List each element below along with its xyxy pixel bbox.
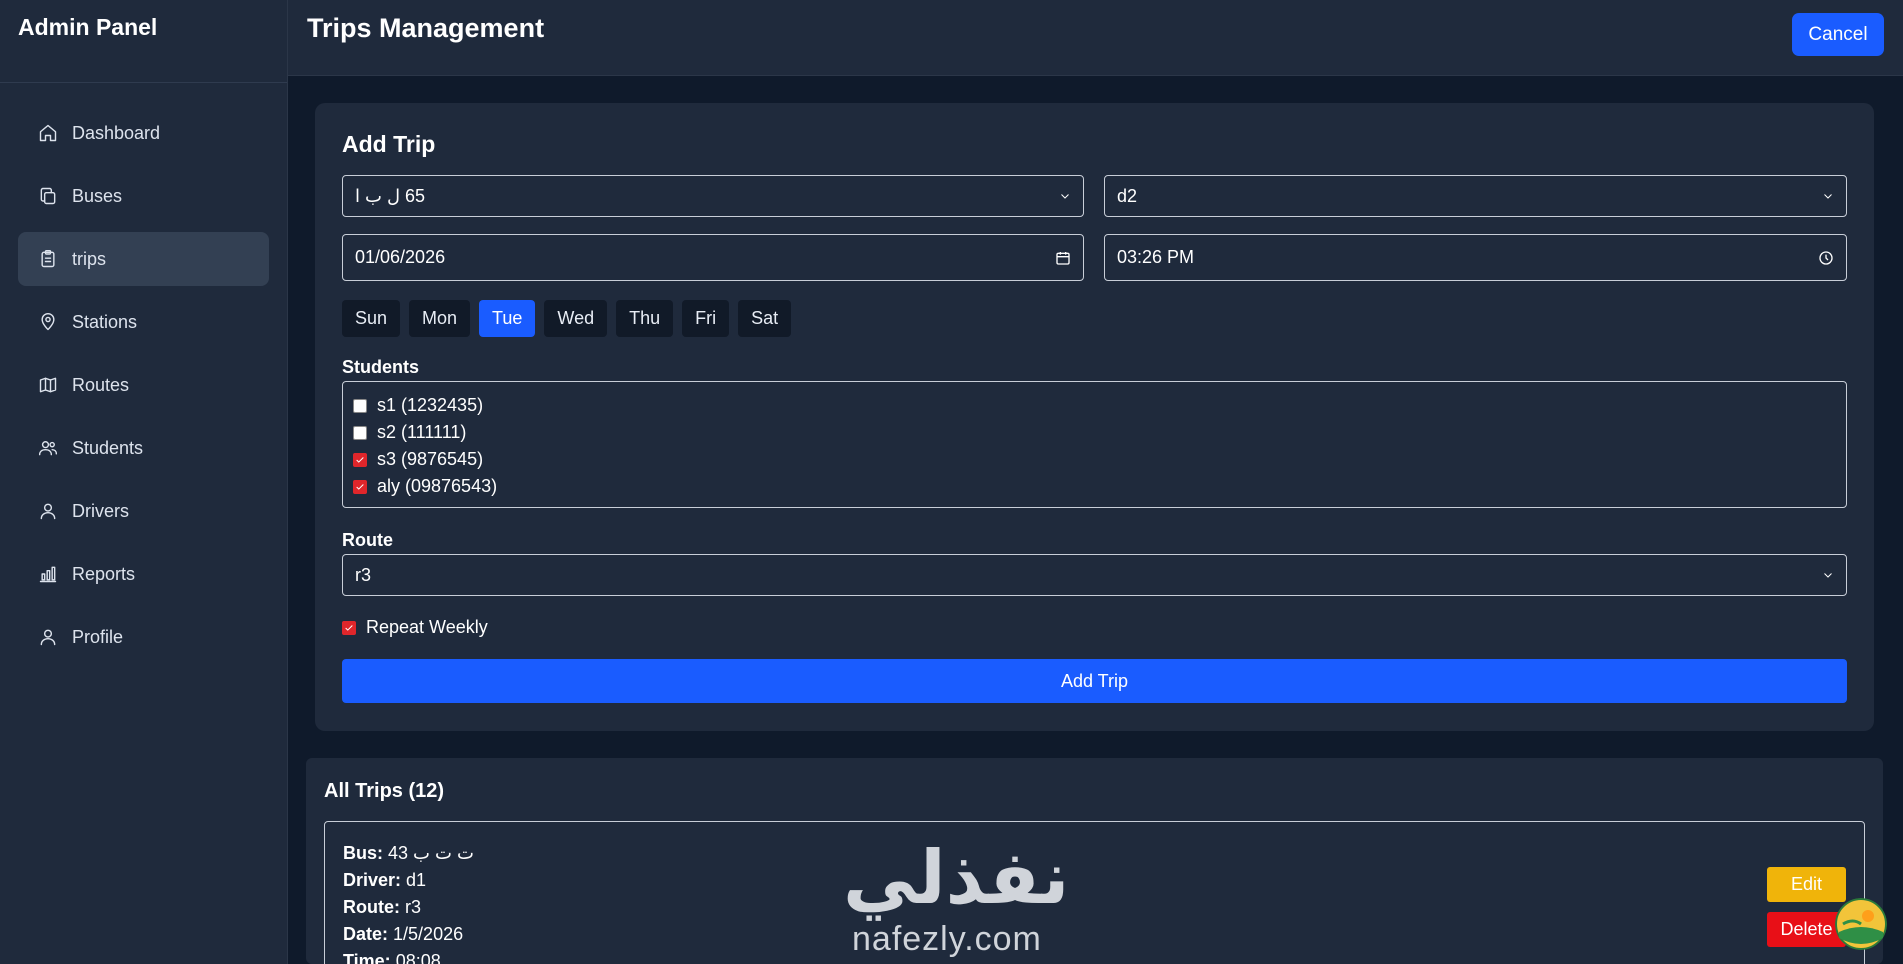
clock-icon[interactable]: [1818, 250, 1834, 266]
trip-time-label: Time:: [343, 951, 391, 964]
weekday-selector: Sun Mon Tue Wed Thu Fri Sat: [342, 300, 792, 337]
student-checkbox[interactable]: [353, 452, 367, 467]
day-wed[interactable]: Wed: [544, 300, 608, 337]
bus-select-value: 65 ل ب ا: [355, 185, 426, 206]
sidebar-item-label: Drivers: [72, 500, 129, 521]
day-thu[interactable]: Thu: [616, 300, 674, 337]
repeat-weekly-checkbox[interactable]: [342, 620, 356, 635]
bus-select[interactable]: 65 ل ب ا: [342, 175, 1084, 217]
add-trip-title: Add Trip: [342, 131, 436, 157]
chevron-down-icon: [1822, 569, 1834, 581]
cancel-button[interactable]: Cancel: [1792, 13, 1884, 56]
edit-trip-button[interactable]: Edit: [1767, 867, 1846, 902]
trip-item: Bus: 43 ت ت ب Driver: d1 Route: r3 Date:…: [324, 821, 1865, 964]
user-icon: [38, 627, 58, 647]
sidebar-item-profile[interactable]: Profile: [18, 610, 269, 664]
all-trips-card: All Trips (12) Bus: 43 ت ت ب Driver: d1 …: [306, 758, 1883, 964]
bar-chart-icon: [38, 564, 58, 584]
trip-date-label: Date:: [343, 924, 389, 944]
sidebar-nav: Dashboard Buses trips Stations Routes St…: [0, 83, 287, 664]
sidebar-item-label: Reports: [72, 563, 136, 584]
clipboard-icon: [38, 249, 58, 269]
time-input[interactable]: 03:26 PM: [1104, 234, 1847, 281]
sidebar-item-dashboard[interactable]: Dashboard: [18, 106, 269, 160]
sidebar-item-routes[interactable]: Routes: [18, 358, 269, 412]
trip-details: Bus: 43 ت ت ب Driver: d1 Route: r3 Date:…: [343, 840, 474, 964]
day-tue[interactable]: Tue: [479, 300, 536, 337]
student-label: s1 (1232435): [377, 395, 484, 415]
day-sat[interactable]: Sat: [738, 300, 792, 337]
students-list: s1 (1232435) s2 (111111) s3 (9876545) al…: [342, 381, 1847, 508]
sidebar-item-label: Profile: [72, 626, 124, 647]
sidebar-item-label: Stations: [72, 311, 138, 332]
trip-driver-label: Driver:: [343, 870, 402, 890]
sidebar-item-stations[interactable]: Stations: [18, 295, 269, 349]
watermark-arabic: نفذلي: [843, 836, 1070, 919]
sidebar-item-students[interactable]: Students: [18, 421, 269, 475]
trip-driver-value: d1: [406, 870, 427, 890]
route-label: Route: [342, 530, 393, 550]
watermark-latin: nafezly.com: [852, 920, 1042, 958]
add-trip-button[interactable]: Add Trip: [342, 659, 1847, 703]
day-fri[interactable]: Fri: [682, 300, 730, 337]
day-mon[interactable]: Mon: [409, 300, 471, 337]
add-trip-card: Add Trip 65 ل ب ا d2 01/06/2026 03:26 PM…: [315, 103, 1874, 731]
map-pin-icon: [38, 312, 58, 332]
trip-time-value: 08:08: [395, 951, 441, 964]
check-icon: [356, 483, 364, 490]
chevron-down-icon: [1822, 190, 1834, 202]
page-title: Trips Management: [307, 13, 545, 43]
date-input-value: 01/06/2026: [355, 247, 446, 267]
copy-icon: [38, 186, 58, 206]
all-trips-title: All Trips (12): [324, 780, 445, 802]
trip-bus-label: Bus:: [343, 843, 383, 863]
nafezly-logo-icon: [1835, 898, 1887, 950]
trip-route-label: Route:: [343, 897, 400, 917]
route-select[interactable]: r3: [342, 554, 1847, 596]
driver-select-value: d2: [1117, 185, 1138, 206]
driver-select[interactable]: d2: [1104, 175, 1847, 217]
sidebar-item-label: Students: [72, 437, 144, 458]
repeat-weekly-label: Repeat Weekly: [366, 617, 488, 637]
sidebar-item-label: Dashboard: [72, 122, 161, 143]
brand-title: Admin Panel: [0, 0, 287, 83]
date-input[interactable]: 01/06/2026: [342, 234, 1084, 281]
delete-trip-button[interactable]: Delete: [1767, 912, 1846, 947]
trip-date-value: 1/5/2026: [393, 924, 464, 944]
sidebar-item-drivers[interactable]: Drivers: [18, 484, 269, 538]
map-icon: [38, 375, 58, 395]
student-label: s3 (9876545): [377, 449, 484, 469]
student-checkbox[interactable]: [353, 425, 367, 440]
student-label: s2 (111111): [377, 422, 467, 442]
top-header: Trips Management Cancel: [288, 0, 1903, 76]
time-input-value: 03:26 PM: [1117, 247, 1195, 267]
users-icon: [38, 438, 58, 458]
chevron-down-icon: [1059, 190, 1071, 202]
student-option[interactable]: aly (09876543): [353, 473, 1846, 500]
home-icon: [38, 123, 58, 143]
sidebar-item-label: Buses: [72, 185, 123, 206]
sidebar-item-trips[interactable]: trips: [18, 232, 269, 286]
sidebar-item-label: trips: [72, 248, 107, 269]
sidebar-item-buses[interactable]: Buses: [18, 169, 269, 223]
students-label: Students: [342, 357, 420, 377]
user-icon: [38, 501, 58, 521]
student-checkbox[interactable]: [353, 479, 367, 494]
route-select-value: r3: [355, 564, 372, 585]
check-icon: [345, 624, 353, 631]
student-checkbox[interactable]: [353, 398, 367, 413]
repeat-weekly-option[interactable]: Repeat Weekly: [342, 617, 488, 638]
sidebar-item-reports[interactable]: Reports: [18, 547, 269, 601]
sidebar: Admin Panel Dashboard Buses trips Statio…: [0, 0, 288, 964]
trip-bus-value: 43 ت ت ب: [388, 843, 474, 863]
check-icon: [356, 456, 364, 463]
trip-route-value: r3: [405, 897, 422, 917]
student-option[interactable]: s3 (9876545): [353, 446, 1846, 473]
student-option[interactable]: s1 (1232435): [353, 392, 1846, 419]
sidebar-item-label: Routes: [72, 374, 130, 395]
day-sun[interactable]: Sun: [342, 300, 401, 337]
calendar-icon[interactable]: [1055, 250, 1071, 266]
student-label: aly (09876543): [377, 476, 498, 496]
student-option[interactable]: s2 (111111): [353, 419, 1846, 446]
